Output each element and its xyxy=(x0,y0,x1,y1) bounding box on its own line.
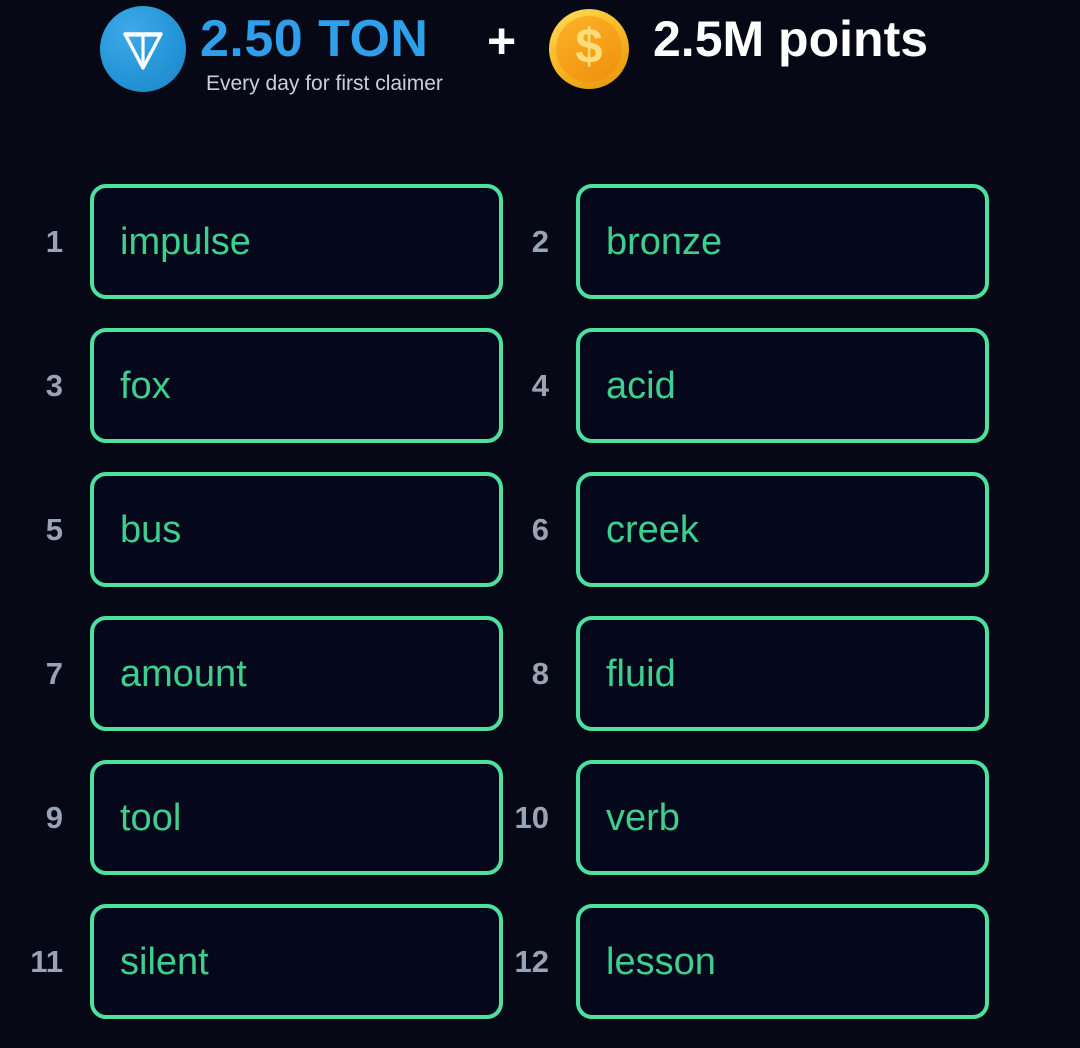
ton-diamond-glyph xyxy=(123,32,163,70)
ton-amount-label: 2.50 TON xyxy=(200,10,429,68)
seed-word-text: bus xyxy=(120,508,182,551)
seed-word-cell[interactable]: bus xyxy=(90,472,503,587)
seed-word-box[interactable]: amount xyxy=(90,616,503,731)
seed-word-cell[interactable]: fluid xyxy=(576,616,989,731)
word-index: 6 xyxy=(531,512,549,547)
seed-word-cell[interactable]: amount xyxy=(90,616,503,731)
seed-word-box[interactable]: verb xyxy=(576,760,989,875)
seed-phrase-grid: 1 impulse 2 bronze 3 fox 4 acid 5 bus 6 … xyxy=(0,184,1080,1048)
seed-word-text: impulse xyxy=(120,220,251,263)
seed-word-cell[interactable]: bronze xyxy=(576,184,989,299)
word-index: 2 xyxy=(531,224,549,259)
seed-word-text: tool xyxy=(120,796,182,839)
seed-word-text: amount xyxy=(120,652,247,695)
seed-word-cell[interactable]: creek xyxy=(576,472,989,587)
word-index: 3 xyxy=(45,368,63,403)
seed-word-text: lesson xyxy=(606,940,716,983)
seed-word-text: verb xyxy=(606,796,680,839)
seed-word-box[interactable]: creek xyxy=(576,472,989,587)
plus-icon: + xyxy=(487,13,517,69)
seed-word-cell[interactable]: verb xyxy=(576,760,989,875)
reward-subtitle: Every day for first claimer xyxy=(206,72,443,95)
seed-word-box[interactable]: silent xyxy=(90,904,503,1019)
word-index: 5 xyxy=(45,512,63,547)
seed-word-box[interactable]: fluid xyxy=(576,616,989,731)
seed-word-cell[interactable]: acid xyxy=(576,328,989,443)
word-index: 8 xyxy=(531,656,549,691)
seed-word-text: silent xyxy=(120,940,209,983)
seed-word-cell[interactable]: lesson xyxy=(576,904,989,1019)
points-amount-label: 2.5M points xyxy=(653,11,929,67)
seed-word-box[interactable]: tool xyxy=(90,760,503,875)
seed-word-box[interactable]: bronze xyxy=(576,184,989,299)
seed-word-box[interactable]: bus xyxy=(90,472,503,587)
word-index: 10 xyxy=(514,800,549,835)
seed-word-box[interactable]: acid xyxy=(576,328,989,443)
seed-word-cell[interactable]: fox xyxy=(90,328,503,443)
ton-logo-icon xyxy=(100,6,186,92)
word-index: 7 xyxy=(45,656,63,691)
seed-word-box[interactable]: fox xyxy=(90,328,503,443)
seed-word-text: acid xyxy=(606,364,676,407)
seed-word-text: creek xyxy=(606,508,699,551)
seed-word-cell[interactable]: silent xyxy=(90,904,503,1019)
word-index: 4 xyxy=(531,368,549,403)
seed-row: 7 amount 8 fluid xyxy=(0,616,1080,731)
seed-row: 1 impulse 2 bronze xyxy=(0,184,1080,299)
gold-coin-icon: $ xyxy=(549,9,629,89)
reward-header: 2.50 TON Every day for first claimer + $… xyxy=(0,0,1080,112)
seed-word-text: fox xyxy=(120,364,171,407)
seed-word-text: fluid xyxy=(606,652,676,695)
seed-row: 9 tool 10 verb xyxy=(0,760,1080,875)
word-index: 1 xyxy=(45,224,63,259)
seed-word-text: bronze xyxy=(606,220,723,263)
word-index: 12 xyxy=(514,944,549,979)
seed-word-box[interactable]: lesson xyxy=(576,904,989,1019)
seed-word-box[interactable]: impulse xyxy=(90,184,503,299)
seed-row: 11 silent 12 lesson xyxy=(0,904,1080,1019)
seed-word-cell[interactable]: impulse xyxy=(90,184,503,299)
seed-row: 3 fox 4 acid xyxy=(0,328,1080,443)
seed-word-cell[interactable]: tool xyxy=(90,760,503,875)
word-index: 9 xyxy=(45,800,63,835)
seed-row: 5 bus 6 creek xyxy=(0,472,1080,587)
word-index: 11 xyxy=(30,944,63,979)
dollar-sign-glyph: $ xyxy=(575,20,603,74)
